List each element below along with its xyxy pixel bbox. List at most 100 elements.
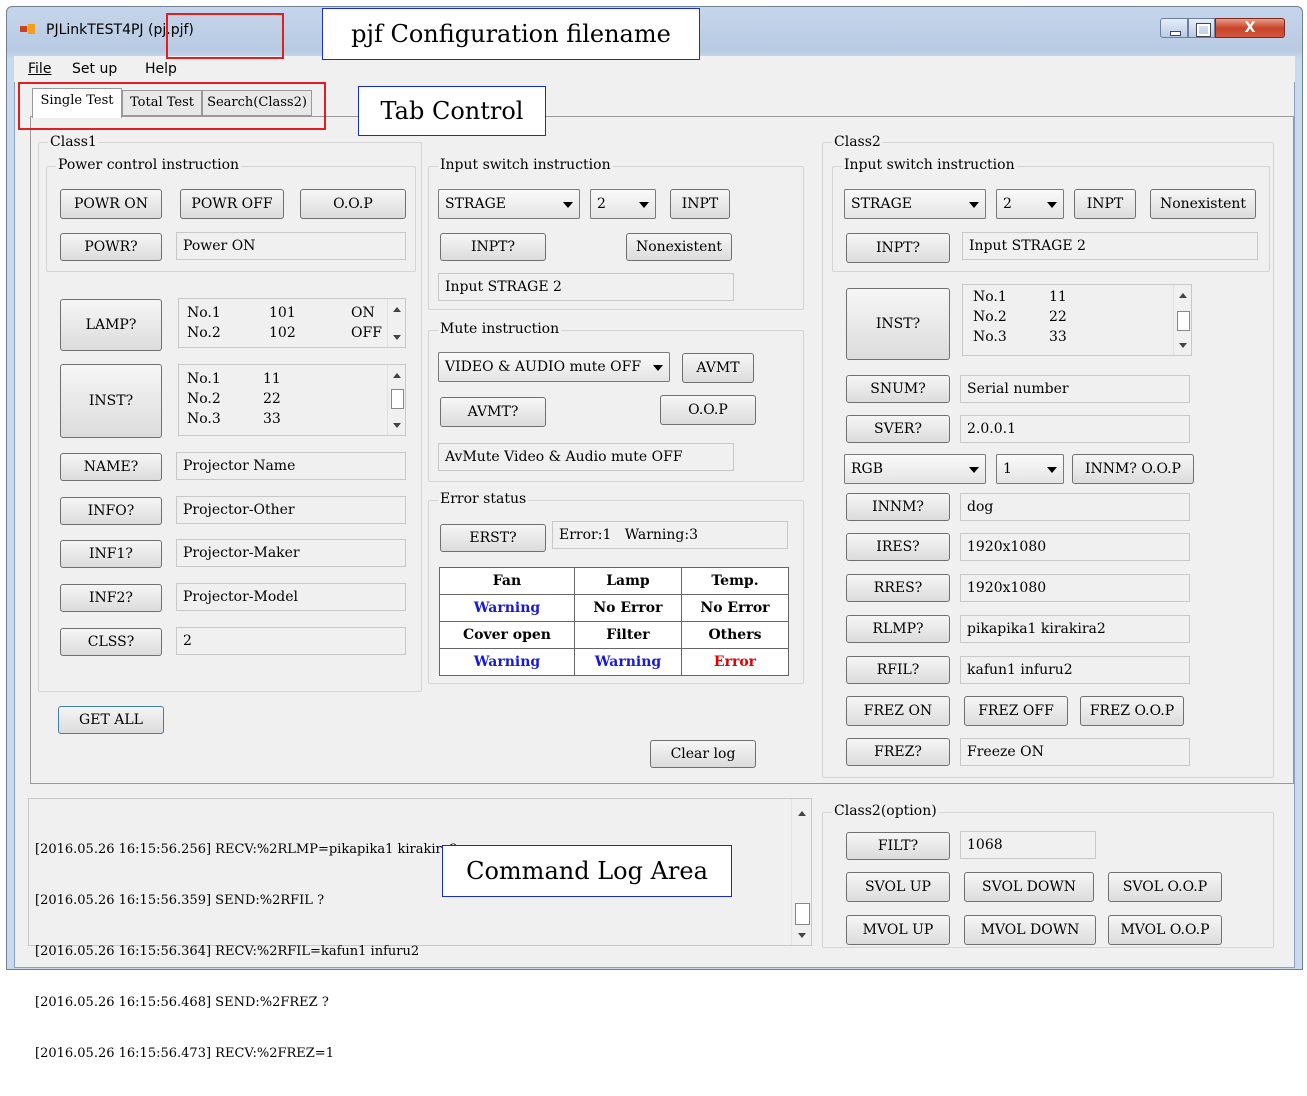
log-lines: [2016.05.26 16:15:56.256] RECV:%2RLMP=pi…: [35, 807, 458, 1096]
svol-down-button[interactable]: SVOL DOWN: [964, 872, 1094, 902]
class2-inst-scrollbar[interactable]: [1173, 285, 1191, 355]
scroll-down-icon: [1179, 343, 1187, 348]
inst-list: No.1 11 No.2 22 No.3 33: [178, 364, 406, 436]
log-line: [2016.05.26 16:15:56.359] SEND:%2RFIL ?: [35, 893, 325, 908]
error-value-temp: No Error: [680, 594, 790, 622]
input-number-select[interactable]: 2: [590, 189, 656, 219]
avmt-button[interactable]: AVMT: [682, 353, 754, 383]
chevron-down-icon: [969, 202, 979, 208]
menu-file[interactable]: File: [28, 61, 51, 77]
mute-status-field: AvMute Video & Audio mute OFF: [438, 443, 734, 471]
class2-input-status-field: Input STRAGE 2: [962, 232, 1258, 260]
log-line: [2016.05.26 16:15:56.256] RECV:%2RLMP=pi…: [35, 842, 458, 857]
inst-scrollbar[interactable]: [387, 365, 405, 435]
snum-query-button[interactable]: SNUM?: [846, 375, 950, 403]
lamp-no: No.2: [187, 325, 221, 341]
sver-query-button[interactable]: SVER?: [846, 415, 950, 443]
inpt-button[interactable]: INPT: [670, 189, 730, 219]
inst-query-button[interactable]: INST?: [60, 364, 162, 438]
ires-query-button[interactable]: IRES?: [846, 533, 950, 561]
filt-query-button[interactable]: FILT?: [846, 832, 950, 860]
innm-query-button[interactable]: INNM?: [846, 493, 950, 521]
name-query-button[interactable]: NAME?: [60, 453, 162, 481]
svol-up-button[interactable]: SVOL UP: [846, 872, 950, 902]
inst-val: 33: [1049, 329, 1067, 345]
frez-oop-button[interactable]: FREZ O.O.P: [1080, 696, 1184, 726]
get-all-button[interactable]: GET ALL: [58, 706, 164, 734]
rlmp-query-button[interactable]: RLMP?: [846, 615, 950, 643]
inst-no: No.1: [973, 289, 1007, 305]
log-scrollbar[interactable]: [791, 799, 811, 945]
class2-input-number-select[interactable]: 2: [996, 189, 1064, 219]
mute-value: VIDEO & AUDIO mute OFF: [445, 359, 642, 375]
power-oop-button[interactable]: O.O.P: [300, 189, 406, 219]
info-query-button[interactable]: INFO?: [60, 497, 162, 525]
innm-number-select[interactable]: 1: [996, 454, 1064, 484]
inst-row: No.3 33: [973, 329, 1067, 345]
table-row: Fan Lamp Temp.: [439, 567, 790, 595]
inst-row: No.2 22: [973, 309, 1067, 325]
rres-query-button[interactable]: RRES?: [846, 574, 950, 602]
class2-inst-query-button[interactable]: INST?: [846, 288, 950, 360]
filename-highlight: [166, 13, 284, 59]
input-source-select[interactable]: STRAGE: [438, 189, 580, 219]
frez-query-button[interactable]: FREZ?: [846, 738, 950, 766]
inpt-query-button[interactable]: INPT?: [440, 233, 546, 261]
inf2-query-button[interactable]: INF2?: [60, 584, 162, 612]
name-field: Projector Name: [176, 452, 406, 480]
class2-label: Class2: [832, 134, 883, 150]
inst-row: No.1 11: [187, 371, 281, 387]
clear-log-button[interactable]: Clear log: [650, 740, 756, 768]
mute-select[interactable]: VIDEO & AUDIO mute OFF: [438, 352, 670, 382]
frez-off-button[interactable]: FREZ OFF: [964, 696, 1068, 726]
error-header-filter: Filter: [573, 621, 682, 649]
class2-inpt-query-button[interactable]: INPT?: [846, 233, 950, 263]
class2-input-label: Input switch instruction: [842, 157, 1017, 173]
inpt-nonexistent-button[interactable]: Nonexistent: [626, 233, 732, 261]
error-value-lamp: No Error: [573, 594, 682, 622]
error-value-fan: Warning: [439, 594, 575, 622]
scroll-thumb[interactable]: [1177, 311, 1190, 331]
maximize-button[interactable]: [1188, 18, 1215, 38]
inf2-field: Projector-Model: [176, 583, 406, 611]
scroll-thumb[interactable]: [391, 389, 404, 409]
mvol-up-button[interactable]: MVOL UP: [846, 915, 950, 945]
minimize-button[interactable]: [1160, 18, 1188, 38]
avmt-query-button[interactable]: AVMT?: [440, 397, 546, 427]
clss-query-button[interactable]: CLSS?: [60, 628, 162, 656]
innm-source-select[interactable]: RGB: [844, 454, 986, 484]
powr-on-button[interactable]: POWR ON: [60, 189, 162, 219]
close-button[interactable]: X: [1215, 18, 1285, 38]
mvol-oop-button[interactable]: MVOL O.O.P: [1108, 915, 1222, 945]
menu-help[interactable]: Help: [145, 61, 177, 77]
rlmp-field: pikapika1 kirakira2: [960, 615, 1190, 643]
scroll-thumb[interactable]: [795, 903, 810, 925]
powr-off-button[interactable]: POWR OFF: [180, 189, 284, 219]
class2-nonexistent-button[interactable]: Nonexistent: [1150, 189, 1256, 219]
error-table: Fan Lamp Temp. Warning No Error No Error…: [439, 567, 790, 676]
rfil-field: kafun1 infuru2: [960, 656, 1190, 684]
lamp-state: ON: [351, 305, 375, 321]
lamp-list: No.1 101 ON No.2 102 OFF: [178, 298, 406, 348]
scroll-up-icon: [393, 373, 401, 378]
frez-on-button[interactable]: FREZ ON: [846, 696, 950, 726]
error-label: Error status: [438, 491, 529, 507]
erst-query-button[interactable]: ERST?: [440, 524, 546, 552]
rfil-query-button[interactable]: RFIL?: [846, 656, 950, 684]
mvol-down-button[interactable]: MVOL DOWN: [964, 915, 1096, 945]
svol-oop-button[interactable]: SVOL O.O.P: [1108, 872, 1222, 902]
close-icon: X: [1244, 20, 1256, 36]
inst-no: No.3: [187, 411, 221, 427]
inf1-query-button[interactable]: INF1?: [60, 540, 162, 568]
mute-oop-button[interactable]: O.O.P: [660, 395, 756, 425]
class2-input-source-select[interactable]: STRAGE: [844, 189, 986, 219]
powr-query-button[interactable]: POWR?: [60, 233, 162, 261]
menu-setup[interactable]: Set up: [72, 61, 117, 77]
log-line: [2016.05.26 16:15:56.473] RECV:%2FREZ=1: [35, 1046, 334, 1061]
class2-inpt-button[interactable]: INPT: [1074, 189, 1136, 219]
lamp-scrollbar[interactable]: [387, 299, 405, 347]
innm-number-value: 1: [1003, 461, 1012, 477]
innm-oop-button[interactable]: INNM? O.O.P: [1072, 454, 1194, 484]
lamp-query-button[interactable]: LAMP?: [60, 299, 162, 351]
scroll-up-icon: [1179, 293, 1187, 298]
